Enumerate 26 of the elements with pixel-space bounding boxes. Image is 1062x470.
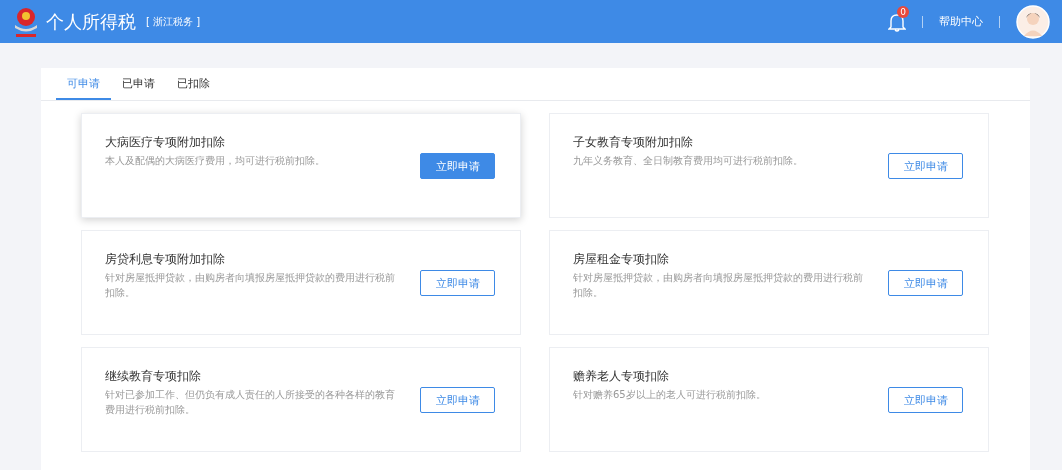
card-title: 子女教育专项附加扣除 (573, 134, 694, 151)
card-title: 房屋租金专项扣除 (573, 251, 670, 268)
tab[interactable]: 可申请 (56, 68, 111, 100)
card-description: 针对房屋抵押贷款，由购房者向填报房屋抵押贷款的费用进行税前扣除。 (573, 271, 863, 300)
card-title: 赡养老人专项扣除 (573, 368, 670, 385)
card-title: 继续教育专项扣除 (105, 368, 202, 385)
region-label: [ 浙江税务 ] (146, 14, 201, 29)
apply-button[interactable]: 立即申请 (888, 387, 963, 413)
card-description: 针对房屋抵押贷款，由购房者向填报房屋抵押贷款的费用进行税前扣除。 (105, 271, 395, 300)
card-description: 针对赡养65岁以上的老人可进行税前扣除。 (573, 388, 767, 402)
card-description: 本人及配偶的大病医疗费用，均可进行税前扣除。 (105, 154, 326, 168)
apply-button[interactable]: 立即申请 (420, 270, 495, 296)
card-description: 针对已参加工作、但仍负有成人责任的人所接受的各种各样的教育费用进行税前扣除。 (105, 388, 395, 417)
apply-button[interactable]: 立即申请 (420, 153, 495, 179)
notification-badge: 0 (897, 5, 909, 18)
help-link[interactable]: 帮助中心 (939, 14, 983, 29)
apply-button[interactable]: 立即申请 (888, 270, 963, 296)
card-description: 九年义务教育、全日制教育费用均可进行税前扣除。 (573, 154, 804, 168)
card-title: 大病医疗专项附加扣除 (105, 134, 226, 151)
avatar-icon[interactable] (1016, 4, 1050, 39)
apply-button[interactable]: 立即申请 (888, 153, 963, 179)
app-title: 个人所得税 (46, 9, 136, 34)
apply-button[interactable]: 立即申请 (420, 387, 495, 413)
tab[interactable]: 已扣除 (166, 68, 221, 100)
tab[interactable]: 已申请 (111, 68, 166, 100)
card-title: 房贷利息专项附加扣除 (105, 251, 226, 268)
